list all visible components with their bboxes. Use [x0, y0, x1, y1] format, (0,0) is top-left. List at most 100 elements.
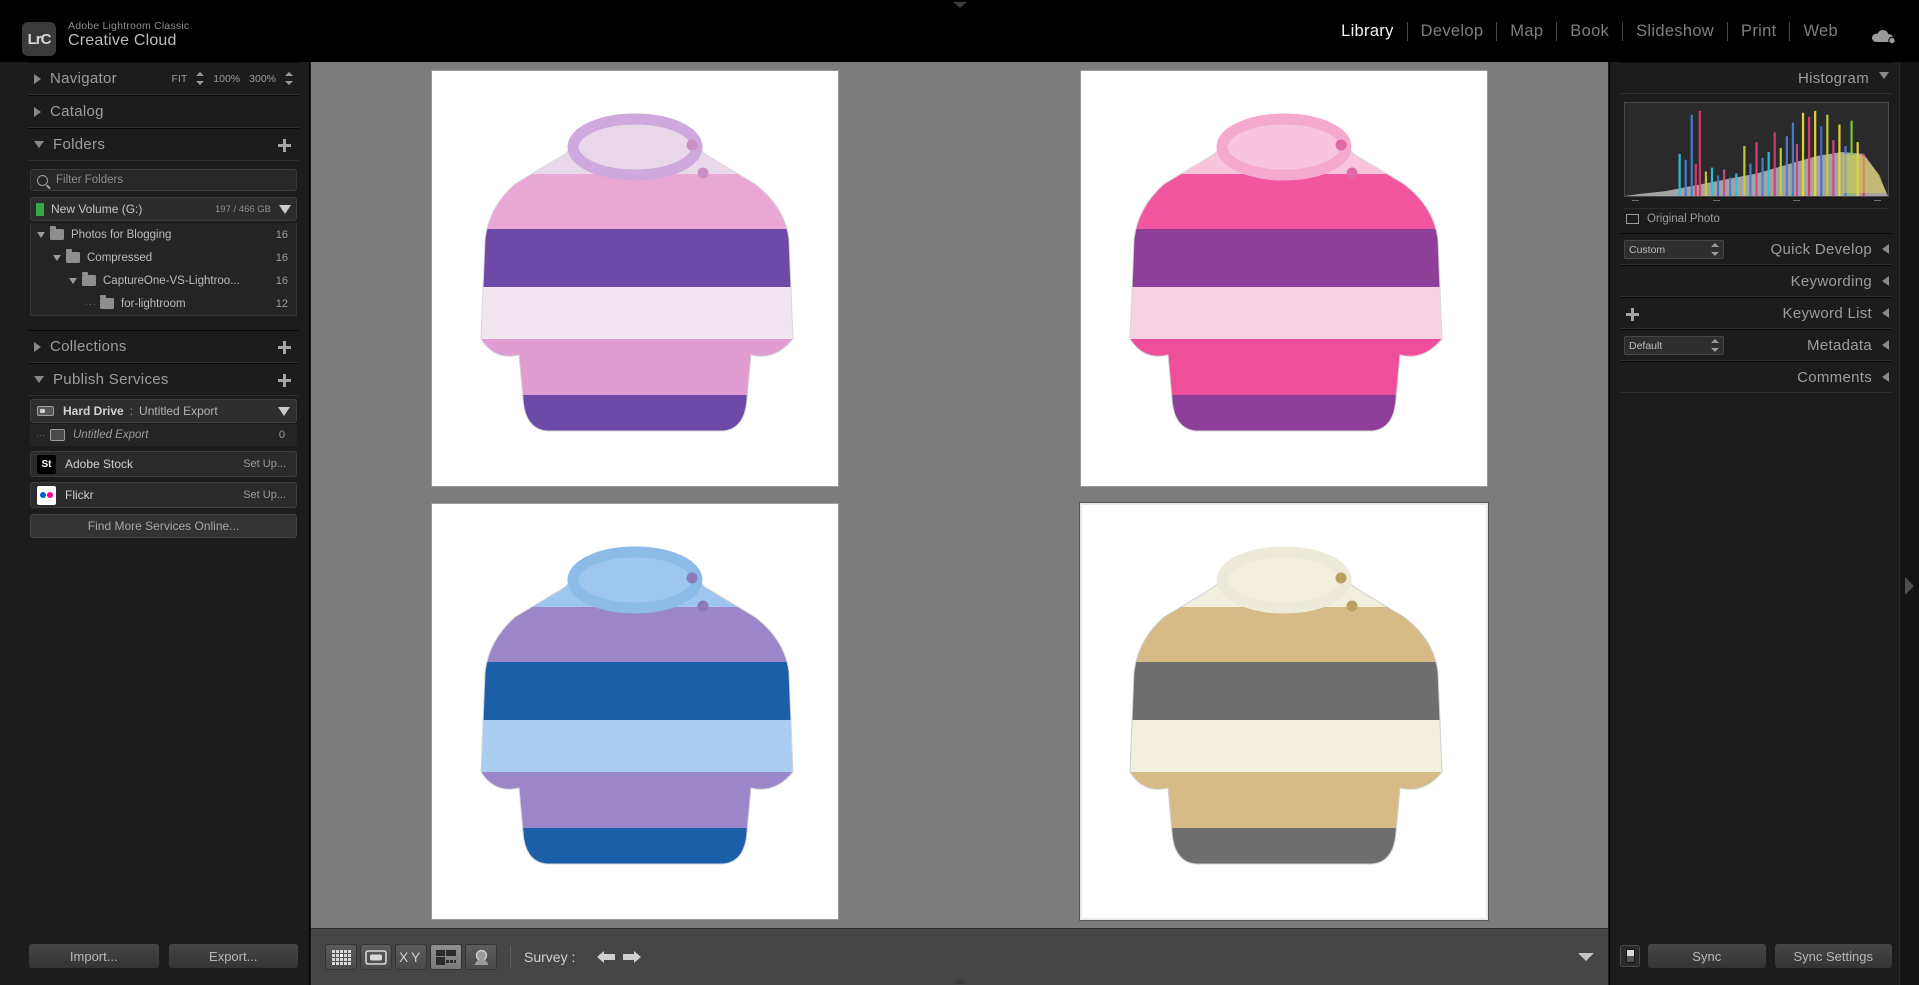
folder-row[interactable]: ··· for-lightroom 12	[31, 292, 296, 315]
grid-cell[interactable]	[311, 495, 960, 928]
zoom-300-label[interactable]: 300%	[249, 73, 276, 85]
panel-header-comments[interactable]: Comments	[1620, 361, 1893, 393]
flickr-icon	[37, 485, 56, 505]
stepper-icon[interactable]	[1711, 243, 1719, 256]
publish-service-flickr[interactable]: Flickr Set Up...	[30, 482, 297, 508]
lightroom-logo: LrC	[22, 22, 56, 56]
zoom-300-stepper-icon[interactable]	[285, 72, 293, 85]
hard-drive-chevron-down-icon[interactable]	[278, 406, 290, 416]
survey-view-button[interactable]	[430, 944, 462, 970]
photo-thumbnail[interactable]	[1079, 503, 1488, 920]
right-panel-collapse-arrow[interactable]	[1905, 577, 1914, 595]
grid-cell[interactable]	[960, 62, 1609, 495]
hard-drive-target: Untitled Export	[139, 404, 218, 418]
quick-develop-preset-select[interactable]: Custom	[1624, 240, 1724, 259]
flickr-name: Flickr	[65, 488, 94, 502]
module-web[interactable]: Web	[1790, 22, 1851, 41]
metadata-preset-select[interactable]: Default	[1624, 336, 1724, 355]
zoom-fit-label[interactable]: FIT	[172, 73, 188, 85]
top-panel-handle[interactable]	[952, 2, 967, 8]
volume-status-chip-icon	[36, 202, 44, 216]
loupe-view-button[interactable]	[360, 944, 392, 970]
toolbar-options-chevron-down-icon[interactable]	[1578, 953, 1594, 961]
chevron-down-icon[interactable]	[53, 254, 61, 261]
cloud-sync-icon[interactable]	[1871, 28, 1897, 45]
zoom-100-label[interactable]: 100%	[213, 73, 240, 85]
original-photo-checkbox-icon[interactable]	[1626, 214, 1639, 224]
original-photo-row[interactable]: Original Photo	[1624, 208, 1889, 229]
chevron-left-icon	[1882, 244, 1889, 254]
left-panel: Navigator FIT 100% 300% Catalog Folders	[0, 62, 310, 985]
photo-thumbnail[interactable]	[431, 503, 840, 920]
compare-view-button[interactable]: XY	[395, 944, 427, 970]
module-develop[interactable]: Develop	[1408, 22, 1497, 41]
panel-header-histogram[interactable]: Histogram	[1620, 62, 1893, 94]
module-library[interactable]: Library	[1328, 22, 1407, 41]
previous-photo-button[interactable]	[593, 946, 619, 968]
panel-header-keywording[interactable]: Keywording	[1620, 265, 1893, 297]
svg-text:X: X	[399, 950, 409, 964]
add-folder-icon[interactable]	[278, 139, 291, 152]
stepper-icon[interactable]	[1711, 339, 1719, 352]
folder-row[interactable]: Photos for Blogging 16	[31, 223, 296, 246]
add-collection-icon[interactable]	[278, 341, 291, 354]
navigator-zoom-controls: FIT 100% 300%	[172, 72, 293, 85]
folders-title: Folders	[53, 136, 106, 153]
panel-header-catalog[interactable]: Catalog	[28, 95, 299, 128]
photo-thumbnail[interactable]	[431, 70, 840, 487]
flickr-setup-link[interactable]: Set Up...	[243, 489, 286, 501]
sync-button[interactable]: Sync	[1647, 943, 1767, 969]
sync-settings-button[interactable]: Sync Settings	[1773, 943, 1893, 969]
zoom-fit-stepper-icon[interactable]	[196, 72, 205, 85]
lightroom-window: LrC Adobe Lightroom Classic Creative Clo…	[0, 0, 1919, 985]
photo-thumbnail[interactable]	[1079, 70, 1488, 487]
panel-header-metadata[interactable]: Default Metadata	[1620, 329, 1893, 361]
panel-header-publish-services[interactable]: Publish Services	[28, 363, 299, 396]
module-map[interactable]: Map	[1497, 22, 1556, 41]
brand-product-name: Adobe Lightroom Classic	[68, 20, 190, 32]
volume-row[interactable]: New Volume (G:) 197 / 466 GB	[30, 197, 297, 221]
panel-header-keyword-list[interactable]: Keyword List	[1620, 297, 1893, 329]
publish-service-adobe-stock[interactable]: St Adobe Stock Set Up...	[30, 451, 297, 477]
volume-chevron-down-icon[interactable]	[279, 204, 291, 214]
panel-header-folders[interactable]: Folders	[28, 128, 299, 161]
comments-title: Comments	[1797, 368, 1872, 386]
folder-count: 16	[275, 274, 288, 287]
import-button[interactable]: Import...	[28, 943, 160, 969]
panel-header-collections[interactable]: Collections	[28, 330, 299, 363]
folder-label: for-lightroom	[121, 297, 186, 310]
toolbar-divider	[510, 946, 511, 968]
module-print[interactable]: Print	[1728, 22, 1789, 41]
filter-folders-input[interactable]: Filter Folders	[30, 169, 297, 191]
next-photo-button[interactable]	[619, 946, 645, 968]
chevron-left-icon	[1882, 276, 1889, 286]
publish-collection-row[interactable]: ··· Untitled Export 0	[30, 424, 297, 446]
folder-row[interactable]: CaptureOne-VS-Lightroo... 16	[31, 269, 296, 292]
add-publish-service-icon[interactable]	[278, 374, 291, 387]
publish-service-hard-drive[interactable]: Hard Drive : Untitled Export	[30, 399, 297, 423]
auto-sync-toggle[interactable]	[1620, 945, 1640, 967]
svg-text:Y: Y	[411, 950, 421, 964]
module-slideshow[interactable]: Slideshow	[1623, 22, 1727, 41]
histogram-graph[interactable]	[1624, 102, 1889, 197]
content-area: XY Survey :	[311, 62, 1608, 985]
histogram-body: Original Photo	[1620, 94, 1893, 233]
chevron-down-icon[interactable]	[37, 231, 45, 238]
add-keyword-icon[interactable]	[1626, 308, 1639, 321]
bottom-panel-handle[interactable]	[952, 978, 967, 984]
people-view-button[interactable]	[465, 944, 497, 970]
grid-view-button[interactable]	[325, 944, 357, 970]
panel-header-navigator[interactable]: Navigator FIT 100% 300%	[28, 62, 299, 95]
grid-cell[interactable]	[311, 62, 960, 495]
folder-row[interactable]: Compressed 16	[31, 246, 296, 269]
metadata-preset-value: Default	[1629, 339, 1663, 352]
hard-drive-name: Hard Drive	[63, 404, 124, 418]
grid-cell[interactable]	[960, 495, 1609, 928]
find-more-services-button[interactable]: Find More Services Online...	[30, 514, 297, 538]
export-button[interactable]: Export...	[167, 943, 299, 969]
survey-grid	[311, 62, 1608, 928]
chevron-down-icon[interactable]	[69, 277, 77, 284]
adobe-stock-setup-link[interactable]: Set Up...	[243, 458, 286, 470]
module-book[interactable]: Book	[1557, 22, 1622, 41]
panel-header-quick-develop[interactable]: Custom Quick Develop	[1620, 233, 1893, 265]
